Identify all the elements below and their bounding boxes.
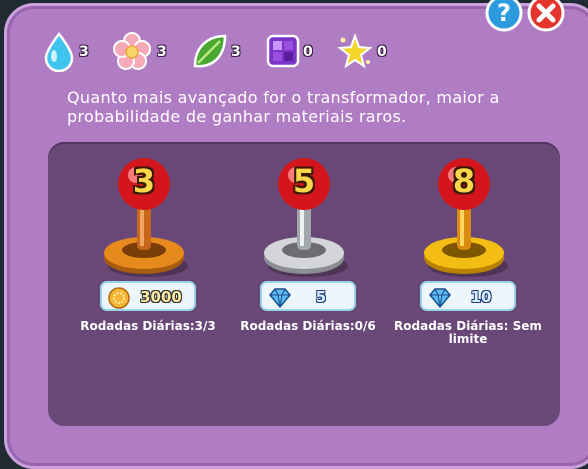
diamond-icon xyxy=(269,288,291,309)
daily-rounds: Rodadas Diárias:0/6 xyxy=(240,319,376,333)
description-text: Quanto mais avançado for o transformador… xyxy=(67,88,500,126)
transformer-list: 3 3000 Rodadas Diárias:3/3 5 5 Rodadas D… xyxy=(48,142,560,426)
price-value: 5 xyxy=(315,288,327,306)
price-tag: 10 xyxy=(420,281,516,311)
help-button[interactable]: ? xyxy=(485,0,523,36)
help-icon: ? xyxy=(485,0,523,32)
leaf-icon xyxy=(193,34,227,68)
purple-cube-icon xyxy=(266,34,300,68)
close-button[interactable] xyxy=(527,0,565,36)
resource-count: 3 xyxy=(157,44,167,60)
close-icon xyxy=(527,0,565,32)
resource-count: 0 xyxy=(303,44,313,60)
resource-count: 3 xyxy=(79,44,89,60)
diamond-icon xyxy=(429,288,451,309)
water-drop-icon xyxy=(44,32,74,72)
daily-rounds: Rodadas Diárias: Sem limite xyxy=(394,319,542,346)
svg-text:?: ? xyxy=(497,0,511,27)
price-tag: 3000 xyxy=(100,281,196,311)
transformer-item[interactable]: 3 3000 Rodadas Diárias:3/3 xyxy=(78,142,238,382)
daily-rounds: Rodadas Diárias:3/3 xyxy=(80,319,216,333)
transformer-item[interactable]: 5 5 Rodadas Diárias:0/6 xyxy=(238,142,398,382)
resource-count: 3 xyxy=(231,44,241,60)
transformer-level: 3 xyxy=(132,162,156,200)
price-value: 3000 xyxy=(140,288,182,306)
coin-icon xyxy=(108,287,130,309)
transformer-level: 8 xyxy=(452,162,476,200)
flower-icon xyxy=(113,32,151,70)
transformer-panel: ? 3 3 3 0 0 Quanto mais avançado for o t… xyxy=(4,0,588,469)
transformer-item[interactable]: 8 10 Rodadas Diárias: Sem limite xyxy=(394,142,558,382)
star-sparkle-icon xyxy=(337,33,373,69)
transformer-level: 5 xyxy=(292,162,316,200)
price-value: 10 xyxy=(470,288,492,306)
price-tag: 5 xyxy=(260,281,356,311)
resource-count: 0 xyxy=(377,44,387,60)
